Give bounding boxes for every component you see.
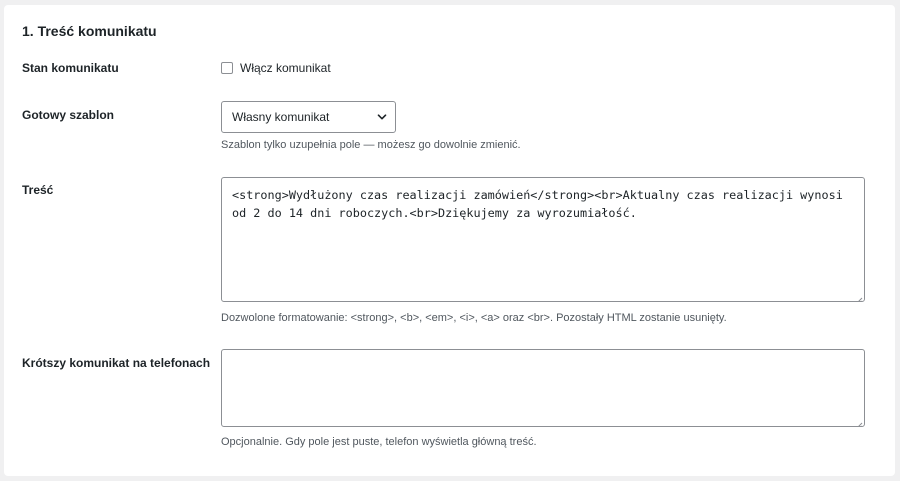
template-label: Gotowy szablon [22,108,115,122]
content-help-text: Dozwolone formatowanie: <strong>, <b>, <… [221,312,727,324]
content-label: Treść [22,183,54,197]
settings-panel: 1. Treść komunikatu Stan komunikatu Włąc… [4,5,895,476]
template-select[interactable]: Własny komunikat [221,101,396,133]
resize-grip-icon[interactable] [855,292,863,301]
status-label: Stan komunikatu [22,61,119,75]
section-title: 1. Treść komunikatu [22,23,157,39]
template-select-value: Własny komunikat [232,110,330,124]
content-textarea[interactable]: <strong>Wydłużony czas realizacji zamówi… [221,177,865,302]
enable-message-checkbox[interactable] [221,62,233,74]
mobile-help-text: Opcjonalnie. Gdy pole jest puste, telefo… [221,436,537,448]
enable-message-label[interactable]: Włącz komunikat [240,60,331,76]
enable-message-toggle[interactable]: Włącz komunikat [221,60,331,76]
content-textarea-value: <strong>Wydłużony czas realizacji zamówi… [232,188,843,220]
mobile-textarea[interactable] [221,349,865,427]
chevron-down-icon [377,112,387,122]
resize-grip-icon[interactable] [855,417,863,426]
template-help-text: Szablon tylko uzupełnia pole — możesz go… [221,139,521,151]
mobile-label: Krótszy komunikat na telefonach [22,356,211,370]
